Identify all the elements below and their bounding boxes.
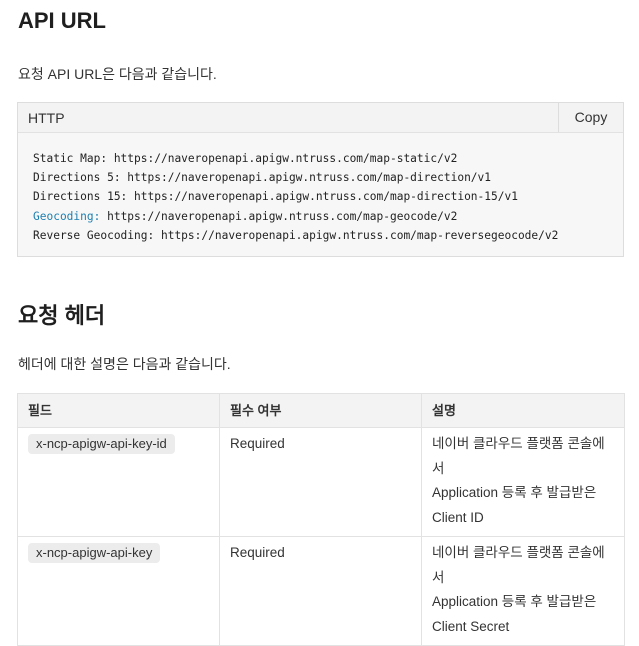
section-title-api-url: API URL (18, 8, 106, 33)
field-cell: x-ncp-apigw-api-key (17, 536, 220, 646)
code-line-directions-5: Directions 5: https://naveropenapi.apigw… (33, 171, 492, 185)
description-line: 네이버 클라우드 플랫폼 콘솔에서 (432, 545, 605, 585)
geocoding-url: https://naveropenapi.apigw.ntruss.com/ma… (100, 209, 458, 223)
api-url-intro: 요청 API URL은 다음과 같습니다. (18, 66, 217, 82)
section-title-request-header: 요청 헤더 (18, 303, 106, 328)
code-line-directions-15: Directions 15: https://naveropenapi.apig… (33, 190, 518, 204)
field-cell: x-ncp-apigw-api-key-id (17, 427, 220, 537)
required-cell: Required (219, 427, 422, 537)
code-line-geocoding: Geocoding: https://naveropenapi.apigw.nt… (33, 207, 608, 226)
column-header-description: 설명 (421, 393, 625, 428)
description-line: Client ID (432, 509, 484, 525)
geocoding-keyword: Geocoding: (33, 209, 101, 223)
field-code: x-ncp-apigw-api-key (28, 543, 161, 563)
table-header-row: 필드 필수 여부 설명 (17, 393, 625, 428)
description-line: Client Secret (432, 618, 510, 634)
required-cell: Required (219, 536, 422, 646)
description-cell: 네이버 클라우드 플랫폼 콘솔에서 Application 등록 후 발급받은 … (421, 427, 625, 537)
description-line: Application 등록 후 발급받은 (432, 485, 597, 500)
description-line: 네이버 클라우드 플랫폼 콘솔에서 (432, 436, 605, 476)
column-header-required: 필수 여부 (219, 393, 422, 428)
table-row: x-ncp-apigw-api-key-id Required 네이버 클라우드… (17, 427, 625, 537)
header-table: 필드 필수 여부 설명 x-ncp-apigw-api-key-id Requi… (17, 393, 625, 646)
copy-button[interactable]: Copy (558, 103, 623, 132)
code-block: HTTP Copy Static Map: https://naveropena… (17, 102, 624, 257)
field-code: x-ncp-apigw-api-key-id (28, 434, 175, 454)
code-header: HTTP Copy (18, 103, 623, 133)
table-row: x-ncp-apigw-api-key Required 네이버 클라우드 플랫… (17, 536, 625, 646)
code-body: Static Map: https://naveropenapi.apigw.n… (18, 133, 623, 245)
request-header-intro: 헤더에 대한 설명은 다음과 같습니다. (18, 356, 231, 372)
code-language-label: HTTP (28, 110, 65, 126)
description-line: Application 등록 후 발급받은 (432, 594, 597, 609)
code-line-reverse-geocoding: Reverse Geocoding: https://naveropenapi.… (33, 228, 559, 242)
code-line-static-map: Static Map: https://naveropenapi.apigw.n… (33, 152, 458, 165)
description-cell: 네이버 클라우드 플랫폼 콘솔에서 Application 등록 후 발급받은 … (421, 536, 625, 646)
column-header-field: 필드 (17, 393, 220, 428)
